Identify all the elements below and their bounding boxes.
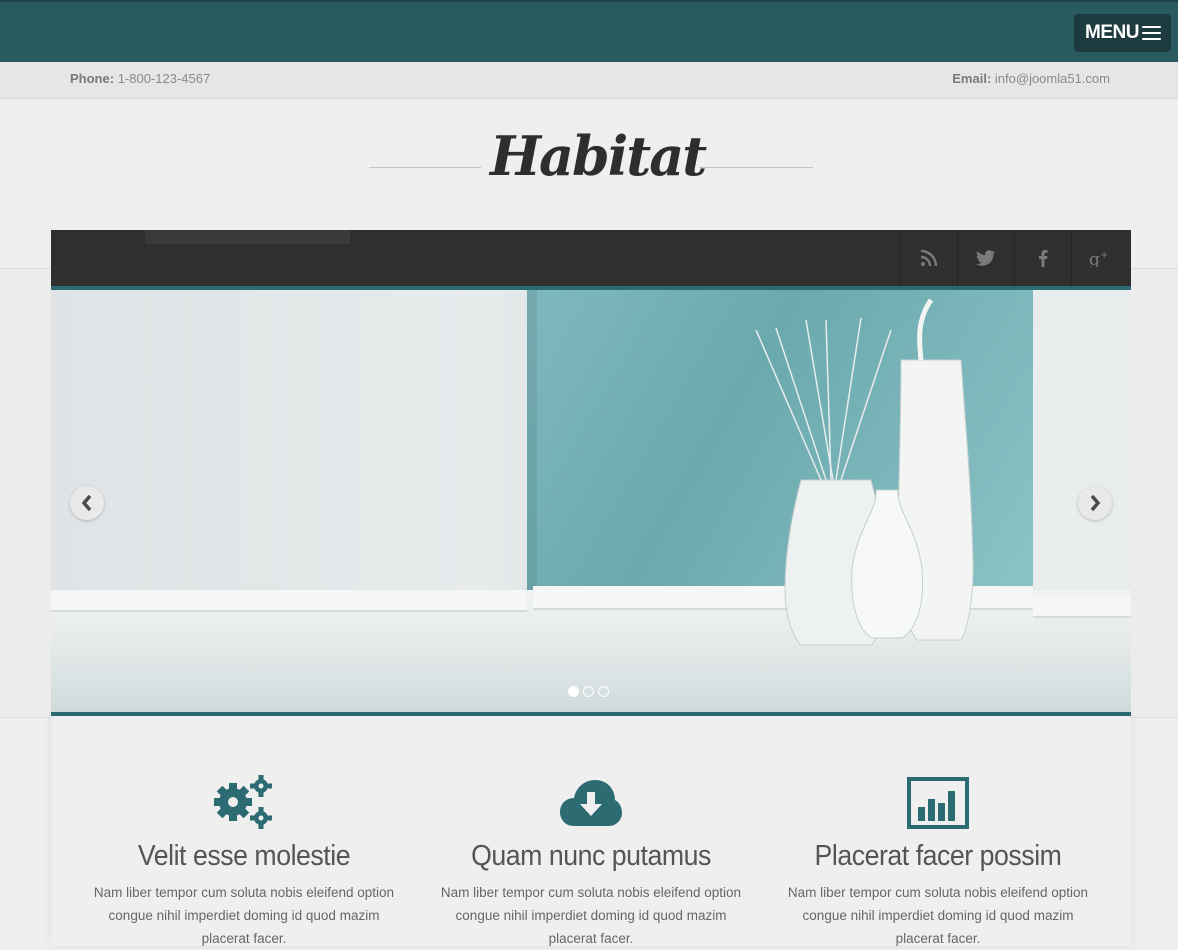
slide-image (51, 290, 1131, 712)
chevron-right-icon (1090, 495, 1101, 511)
feature-3-title: Placerat facer possim (814, 840, 1062, 872)
google-plus-icon[interactable]: g + (1071, 230, 1128, 286)
feature-3: Placerat facer possim Nam liber tempor c… (765, 774, 1111, 950)
svg-text:+: + (1100, 250, 1108, 261)
slider-prev-button[interactable] (70, 486, 104, 520)
feature-3-text: Nam liber tempor cum soluta nobis eleife… (787, 885, 1089, 946)
image-slider (51, 286, 1131, 716)
dropdown-remnant (145, 230, 350, 244)
email-label: Email: (952, 71, 992, 86)
email-info: Email: info@joomla51.com (952, 71, 1110, 86)
logo-divider-right (699, 167, 813, 168)
email-value[interactable]: info@joomla51.com (995, 71, 1110, 86)
social-bar: g + (51, 230, 1131, 286)
facebook-icon[interactable] (1014, 230, 1071, 286)
rss-icon[interactable] (900, 230, 957, 286)
phone-info: Phone: 1-800-123-4567 (70, 71, 210, 86)
feature-2: Quam nunc putamus Nam liber tempor cum s… (418, 774, 764, 950)
menu-button[interactable]: MENU (1074, 14, 1171, 52)
top-navbar: MENU (0, 0, 1178, 62)
contact-bar: Phone: 1-800-123-4567 Email: info@joomla… (0, 62, 1178, 99)
slider-dot-1[interactable] (568, 686, 579, 697)
chevron-left-icon (81, 495, 92, 511)
slider-pagination (568, 686, 609, 697)
phone-label: Phone: (70, 71, 115, 86)
bar-chart-icon (907, 777, 969, 829)
site-logo[interactable]: Habitat (490, 124, 707, 188)
phone-value: 1-800-123-4567 (117, 71, 211, 86)
feature-1: Velit esse molestie Nam liber tempor cum… (71, 774, 417, 950)
gears-icon (214, 775, 272, 829)
logo-divider-left (369, 167, 481, 168)
feature-1-title: Velit esse molestie (137, 840, 351, 872)
cloud-download-icon (560, 780, 622, 826)
feature-2-text: Nam liber tempor cum soluta nobis eleife… (440, 885, 742, 946)
feature-1-text: Nam liber tempor cum soluta nobis eleife… (93, 885, 395, 946)
svg-text:g: g (1089, 250, 1100, 267)
logo-area: Habitat (0, 100, 1178, 230)
twitter-icon[interactable] (957, 230, 1014, 286)
menu-label: MENU (1085, 22, 1139, 43)
slider-dot-3[interactable] (598, 686, 609, 697)
feature-2-title: Quam nunc putamus (471, 840, 711, 872)
slider-next-button[interactable] (1078, 486, 1112, 520)
slider-dot-2[interactable] (583, 686, 594, 697)
features-section: Velit esse molestie Nam liber tempor cum… (51, 716, 1131, 946)
hamburger-icon (1142, 26, 1161, 44)
vases-illustration (755, 298, 974, 646)
